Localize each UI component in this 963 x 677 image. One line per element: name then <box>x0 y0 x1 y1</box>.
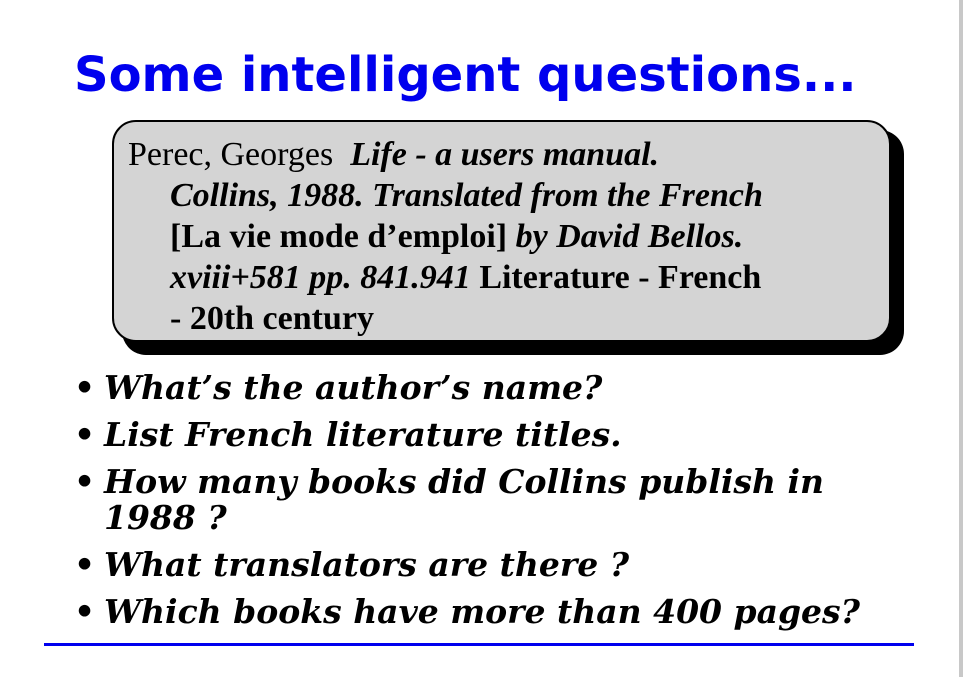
slide-right-edge <box>959 0 963 677</box>
question-item: • Which books have more than 400 pages? <box>74 594 860 630</box>
bullet-icon: • <box>74 415 96 454</box>
citation-title: Life - a users manual. <box>350 136 660 173</box>
slide-title: Some intelligent questions... <box>74 47 857 103</box>
citation-pages: xviii+581 pp. 841.941 <box>170 259 471 296</box>
citation-subject-1: Literature - French <box>479 259 762 296</box>
citation-box: Perec, Georges Life - a users manual. Co… <box>112 120 891 342</box>
question-item: • How many books did Collins publish in … <box>74 464 860 536</box>
citation-line-4: xviii+581 pp. 841.941 Literature - Frenc… <box>128 257 763 298</box>
question-text: What translators are there ? <box>104 545 630 584</box>
bottom-divider <box>44 643 914 646</box>
question-item: • List French literature titles. <box>74 417 860 453</box>
question-text: List French literature titles. <box>104 415 622 454</box>
question-text: How many books did Collins publish in <box>104 462 824 501</box>
citation-original-title: [La vie mode d’emploi] <box>170 218 508 255</box>
citation-publisher-line: Collins, 1988. Translated from the Frenc… <box>170 177 763 214</box>
question-text: What’s the author’s name? <box>104 368 603 407</box>
question-item: • What translators are there ? <box>74 547 860 583</box>
question-item: • What’s the author’s name? <box>74 370 860 406</box>
citation-text: Perec, Georges Life - a users manual. Co… <box>128 134 763 339</box>
bullet-icon: • <box>74 545 96 584</box>
citation-author: Perec, Georges <box>128 136 334 173</box>
citation-line-1: Perec, Georges Life - a users manual. <box>128 134 763 175</box>
citation-line-3: [La vie mode d’emploi] by David Bellos. <box>128 216 763 257</box>
bullet-icon: • <box>74 592 96 631</box>
bullet-icon: • <box>74 462 96 501</box>
question-text-continued: 1988 ? <box>104 498 227 537</box>
question-list: • What’s the author’s name? • List Frenc… <box>74 370 860 641</box>
bullet-icon: • <box>74 368 96 407</box>
question-text: Which books have more than 400 pages? <box>104 592 860 631</box>
citation-translator: by David Bellos. <box>515 218 744 255</box>
citation-subject-2: - 20th century <box>170 300 374 337</box>
